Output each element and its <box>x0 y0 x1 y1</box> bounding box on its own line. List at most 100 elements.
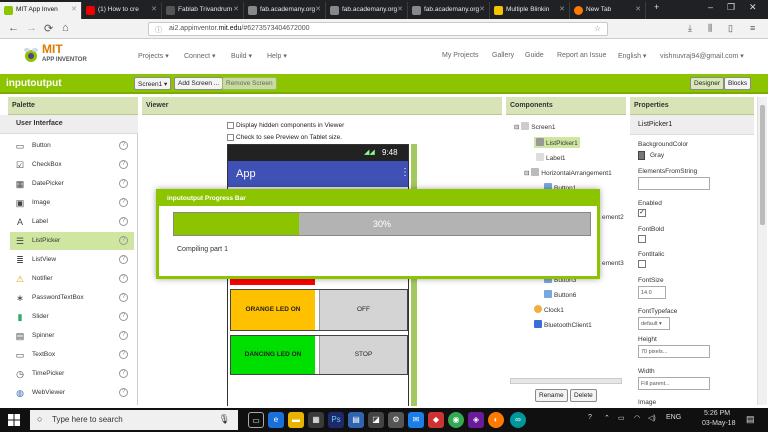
minimize-icon[interactable]: – <box>708 2 713 12</box>
link-report-issue[interactable]: Report an Issue <box>557 52 606 59</box>
help-icon[interactable]: ? <box>119 293 128 302</box>
orange-led-on-button[interactable]: ORANGE LED ON <box>231 290 315 330</box>
star-icon[interactable]: ☆ <box>594 24 601 33</box>
account-menu[interactable]: vishnuvraj94@gmail.com ▾ <box>660 52 744 60</box>
close-tab-icon[interactable]: ✕ <box>397 5 403 13</box>
components-horizontal-scrollbar[interactable] <box>510 378 622 384</box>
tree-item-label1[interactable]: Label1 <box>536 153 566 162</box>
display-hidden-checkbox[interactable] <box>227 122 234 129</box>
tab-multiple-blinking[interactable]: Multiple Blinkin ✕ <box>490 2 570 19</box>
edge-icon[interactable]: e <box>268 412 284 428</box>
volume-icon[interactable]: ◁) <box>648 414 656 422</box>
taskbar-search-box[interactable]: ○ Type here to search 🎙︎ <box>30 410 238 430</box>
color-swatch[interactable] <box>638 151 645 160</box>
blocks-button[interactable]: Blocks <box>724 77 752 90</box>
chevron-up-icon[interactable]: ⌃ <box>604 414 610 422</box>
height-input[interactable]: 70 pixels... <box>638 345 710 358</box>
home-icon[interactable]: ⌂ <box>62 22 69 34</box>
firefox-icon[interactable]: ◐ <box>488 412 504 428</box>
palette-item-image[interactable]: ▣ Image? <box>10 194 134 212</box>
tab-new-tab[interactable]: New Tab ✕ <box>570 2 646 19</box>
tab-youtube[interactable]: (1) How to cre ✕ <box>82 2 162 19</box>
task-view-icon[interactable]: ▭ <box>248 412 264 428</box>
close-tab-icon[interactable]: ✕ <box>315 5 321 13</box>
download-icon[interactable]: ⤓ <box>688 23 692 34</box>
orange-off-button[interactable]: OFF <box>319 290 407 330</box>
language-select[interactable]: English ▾ <box>618 52 646 60</box>
elements-from-string-input[interactable] <box>638 177 710 190</box>
close-tab-icon[interactable]: ✕ <box>71 5 77 13</box>
new-tab-button[interactable]: + <box>654 2 659 12</box>
sidebar-icon[interactable]: ▯ <box>728 23 733 34</box>
tree-item-clock1[interactable]: Clock1 <box>534 305 564 314</box>
palette-item-button[interactable]: ▭ Button? <box>10 137 134 155</box>
overflow-menu-icon[interactable]: ⋮ <box>400 167 410 178</box>
forward-icon[interactable]: → <box>26 22 37 34</box>
collapse-icon[interactable]: ⊟ <box>514 124 519 131</box>
palette-item-listview[interactable]: ≣ ListView? <box>10 251 134 269</box>
tree-item-arrangement3[interactable]: ement3 <box>602 260 624 267</box>
palette-section-user-interface[interactable]: User Interface <box>0 115 138 134</box>
help-icon[interactable]: ? <box>119 350 128 359</box>
close-tab-icon[interactable]: ✕ <box>635 5 641 13</box>
add-screen-button[interactable]: Add Screen ... <box>174 77 224 90</box>
link-guide[interactable]: Guide <box>525 52 544 59</box>
arduino-icon[interactable]: ∞ <box>510 412 526 428</box>
palette-item-passwordtextbox[interactable]: ∗ PasswordTextBox? <box>10 289 134 307</box>
notifications-icon[interactable]: ▤ <box>746 414 755 425</box>
app-icon[interactable]: ◈ <box>468 412 484 428</box>
help-icon[interactable]: ? <box>119 274 128 283</box>
close-tab-icon[interactable]: ✕ <box>233 5 239 13</box>
close-tab-icon[interactable]: ✕ <box>479 5 485 13</box>
help-icon[interactable]: ? <box>119 236 128 245</box>
language-indicator[interactable]: ENG <box>666 414 681 421</box>
palette-item-spinner[interactable]: ▤ Spinner? <box>10 327 134 345</box>
tree-item-screen1[interactable]: ⊟ Screen1 <box>514 122 555 131</box>
screen-select-button[interactable]: Screen1 ▾ <box>134 77 172 90</box>
help-icon[interactable]: ? <box>119 141 128 150</box>
help-icon[interactable]: ? <box>119 388 128 397</box>
menu-connect[interactable]: Connect ▾ <box>184 52 216 60</box>
info-icon[interactable]: ⓘ <box>155 25 162 35</box>
tree-item-bluetoothclient1[interactable]: BluetoothClient1 <box>534 320 592 329</box>
file-explorer-icon[interactable]: ▬ <box>288 412 304 428</box>
help-icon[interactable]: ? <box>119 217 128 226</box>
close-tab-icon[interactable]: ✕ <box>559 5 565 13</box>
width-input[interactable]: Fill parent... <box>638 377 710 390</box>
tab-mit-app-inventor[interactable]: MIT App Inven ✕ <box>0 2 82 19</box>
tree-item-button6[interactable]: Button6 <box>544 290 576 299</box>
palette-item-notifier[interactable]: ⚠ Notifier? <box>10 270 134 288</box>
close-window-icon[interactable]: ✕ <box>749 2 757 13</box>
reload-icon[interactable]: ⟳ <box>44 22 53 35</box>
palette-item-timepicker[interactable]: ◷ TimePicker? <box>10 365 134 383</box>
help-icon[interactable]: ? <box>119 198 128 207</box>
fontitalic-checkbox[interactable] <box>638 260 646 268</box>
palette-item-listpicker[interactable]: ☰ ListPicker? <box>10 232 134 250</box>
clock-time[interactable]: 5:26 PM <box>704 410 730 417</box>
app-icon[interactable]: ◆ <box>428 412 444 428</box>
tree-item-arrangement2[interactable]: ement2 <box>602 214 624 221</box>
enabled-checkbox[interactable]: ✓ <box>638 209 646 217</box>
help-icon[interactable]: ? <box>119 160 128 169</box>
background-color-value[interactable]: Gray <box>650 152 664 159</box>
help-icon[interactable]: ? <box>119 331 128 340</box>
palette-item-textbox[interactable]: ▭ TextBox? <box>10 346 134 364</box>
palette-item-checkbox[interactable]: ☑ CheckBox? <box>10 156 134 174</box>
delete-button[interactable]: Delete <box>570 389 597 402</box>
wifi-icon[interactable]: ◠ <box>634 414 640 422</box>
menu-icon[interactable]: ≡ <box>750 23 755 33</box>
chrome-icon[interactable]: ◉ <box>448 412 464 428</box>
tree-item-horizontalarrangement1[interactable]: ⊟ HorizontalArrangement1 <box>524 168 612 177</box>
help-icon[interactable]: ? <box>119 369 128 378</box>
tab-fab-academany-3[interactable]: fab.academany.org ✕ <box>408 2 490 19</box>
tab-fablab[interactable]: Fablab Trivandrum ✕ <box>162 2 244 19</box>
help-icon[interactable]: ? <box>119 179 128 188</box>
url-bar[interactable]: ⓘ ai2.appinventor.mit.edu/#6273573404672… <box>148 22 608 36</box>
page-scrollbar-thumb[interactable] <box>760 105 765 225</box>
link-my-projects[interactable]: My Projects <box>442 52 479 59</box>
app-icon[interactable]: ◪ <box>368 412 384 428</box>
tab-fab-academany-2[interactable]: fab.academany.org ✕ <box>326 2 408 19</box>
remove-screen-button[interactable]: Remove Screen <box>222 77 277 90</box>
palette-item-label[interactable]: A Label? <box>10 213 134 231</box>
help-icon[interactable]: ? <box>119 255 128 264</box>
